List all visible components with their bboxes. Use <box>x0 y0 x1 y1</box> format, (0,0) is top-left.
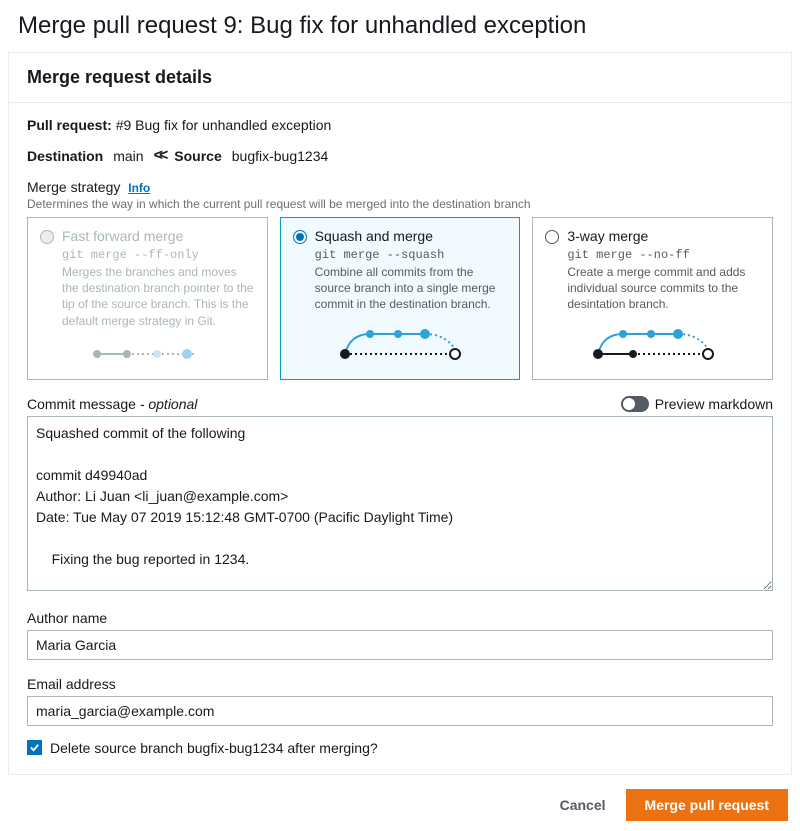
commit-label: Commit message - optional <box>27 396 197 412</box>
radio-icon <box>293 230 307 244</box>
toggle-icon <box>621 396 649 412</box>
details-panel: Merge request details Pull request: #9 B… <box>8 52 792 775</box>
card-title: Squash and merge <box>315 228 433 244</box>
cancel-button[interactable]: Cancel <box>554 789 612 821</box>
commit-message-input[interactable] <box>27 416 773 591</box>
branch-row: Destination main << Source bugfix-bug123… <box>27 147 773 165</box>
source-label: Source <box>174 148 221 164</box>
ff-diagram-icon <box>40 343 255 365</box>
strategy-sub: Determines the way in which the current … <box>27 197 773 211</box>
strategy-card-ff: Fast forward merge git merge --ff-only M… <box>27 217 268 380</box>
chevron-left-icon: << <box>154 147 165 165</box>
pr-summary: #9 Bug fix for unhandled exception <box>116 117 332 133</box>
author-label: Author name <box>27 610 773 626</box>
preview-label: Preview markdown <box>655 396 773 412</box>
merge-button[interactable]: Merge pull request <box>626 789 788 821</box>
card-title: 3-way merge <box>567 228 648 244</box>
pr-label: Pull request: <box>27 117 112 133</box>
destination-label: Destination <box>27 148 103 164</box>
page-title: Merge pull request 9: Bug fix for unhand… <box>0 0 800 48</box>
strategy-label: Merge strategy <box>27 179 120 195</box>
card-desc: Combine all commits from the source bran… <box>315 264 508 313</box>
delete-branch-label: Delete source branch bugfix-bug1234 afte… <box>50 740 378 756</box>
card-desc: Create a merge commit and adds individua… <box>567 264 760 313</box>
source-branch: bugfix-bug1234 <box>232 148 329 164</box>
delete-branch-checkbox[interactable]: Delete source branch bugfix-bug1234 afte… <box>27 740 773 756</box>
card-desc: Merges the branches and moves the destin… <box>62 264 255 329</box>
card-cmd: git merge --squash <box>315 248 508 262</box>
footer: Cancel Merge pull request <box>0 775 800 831</box>
card-cmd: git merge --ff-only <box>62 248 255 262</box>
strategy-card-3way[interactable]: 3-way merge git merge --no-ff Create a m… <box>532 217 773 380</box>
author-name-input[interactable] <box>27 630 773 660</box>
info-link[interactable]: Info <box>128 181 150 195</box>
radio-icon <box>40 230 54 244</box>
preview-toggle[interactable]: Preview markdown <box>621 396 773 412</box>
destination-branch: main <box>113 148 143 164</box>
card-title: Fast forward merge <box>62 228 183 244</box>
squash-diagram-icon <box>293 327 508 361</box>
card-cmd: git merge --no-ff <box>567 248 760 262</box>
email-input[interactable] <box>27 696 773 726</box>
strategy-options: Fast forward merge git merge --ff-only M… <box>27 217 773 380</box>
pull-request-line: Pull request: #9 Bug fix for unhandled e… <box>27 117 773 133</box>
radio-icon <box>545 230 559 244</box>
check-icon <box>27 740 42 755</box>
threeway-diagram-icon <box>545 327 760 361</box>
strategy-card-squash[interactable]: Squash and merge git merge --squash Comb… <box>280 217 521 380</box>
email-label: Email address <box>27 676 773 692</box>
panel-title: Merge request details <box>9 53 791 103</box>
